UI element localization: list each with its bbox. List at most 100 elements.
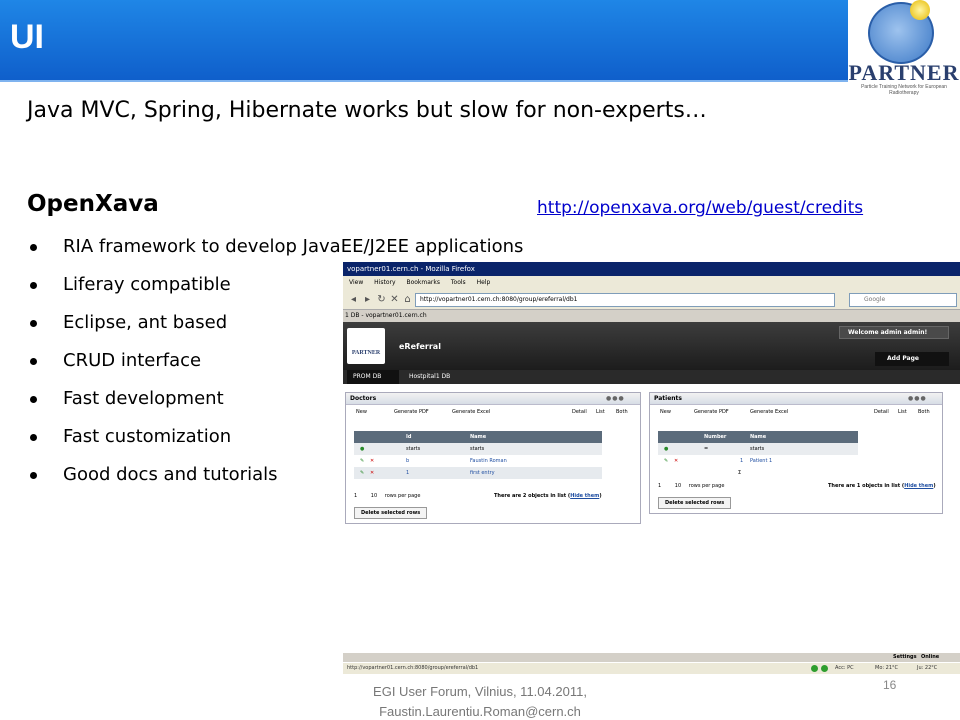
portlet-controls-icon[interactable]: ●●● <box>606 395 636 403</box>
edit-icon[interactable]: ✎ <box>360 467 364 479</box>
bullet-icon <box>30 282 37 289</box>
slide-footer: EGI User Forum, Vilnius, 11.04.2011, Fau… <box>340 682 620 720</box>
generate-pdf-button[interactable]: Generate PDF <box>394 405 429 419</box>
portlet-header: Doctors ●●● <box>346 393 640 405</box>
menu-help[interactable]: Help <box>477 279 491 286</box>
nav-tab-hospital1-db[interactable]: Hostpital1 DB <box>403 370 456 384</box>
bullet-icon <box>30 320 37 327</box>
back-icon[interactable]: ◂ <box>347 293 360 306</box>
bullet-text: CRUD interface <box>63 350 202 371</box>
cell-name: Faustin Roman <box>470 458 507 464</box>
browser-screenshot: vopartner01.cern.ch - Mozilla Firefox Vi… <box>343 262 960 674</box>
menu-history[interactable]: History <box>374 279 395 286</box>
new-button[interactable]: New <box>356 405 367 419</box>
rows-per-page-select[interactable]: 10 <box>371 493 377 499</box>
new-button[interactable]: New <box>660 405 671 419</box>
forward-icon[interactable]: ▸ <box>361 293 374 306</box>
table-header: Number Name <box>658 431 858 443</box>
patients-portlet: Patients ●●● New Generate PDF Generate E… <box>649 392 943 514</box>
reload-icon[interactable]: ↻ <box>375 293 388 306</box>
welcome-dock[interactable]: Welcome admin admin! <box>839 326 949 339</box>
status-ok-icon <box>811 665 818 672</box>
menu-tools[interactable]: Tools <box>451 279 466 286</box>
delete-icon[interactable]: ✕ <box>674 455 678 467</box>
view-detail-button[interactable]: Detail <box>572 405 587 419</box>
view-detail-button[interactable]: Detail <box>874 405 889 419</box>
logo-text: PARTNER <box>848 60 960 85</box>
menu-view[interactable]: View <box>349 279 363 286</box>
column-header-id[interactable]: Id <box>406 431 411 443</box>
edit-icon[interactable]: ✎ <box>360 455 364 467</box>
table-row[interactable]: ✎ ✕ b Faustin Roman <box>354 455 602 467</box>
cell-id: 1 <box>406 470 410 476</box>
status-item: Acc: PC <box>835 665 854 671</box>
generate-pdf-button[interactable]: Generate PDF <box>694 405 729 419</box>
edit-icon[interactable]: ✎ <box>664 455 668 467</box>
generate-excel-button[interactable]: Generate Excel <box>750 405 788 419</box>
search-box[interactable]: Google <box>849 293 957 307</box>
list-count-text: There are 2 objects in list (Hide them) <box>494 493 602 499</box>
filter-select-id[interactable]: starts <box>406 443 420 455</box>
page-number[interactable]: 1 <box>658 483 661 489</box>
bullet-text: Fast customization <box>63 426 232 447</box>
status-item: Mo: 21°C <box>875 665 899 671</box>
status-item: Ju: 22°C <box>917 665 938 671</box>
view-both-button[interactable]: Both <box>616 405 628 419</box>
filter-row: ● starts starts <box>354 443 602 455</box>
rows-per-page-select[interactable]: 10 <box>675 483 681 489</box>
doctors-portlet: Doctors ●●● New Generate PDF Generate Ex… <box>345 392 641 524</box>
site-name[interactable]: eReferral <box>399 342 441 351</box>
view-list-button[interactable]: List <box>898 405 907 419</box>
portlet-toolbar: New Generate PDF Generate Excel Detail L… <box>346 405 640 419</box>
filter-go-icon[interactable]: ● <box>360 443 364 455</box>
settings-tab[interactable]: Settings <box>893 653 917 662</box>
filter-go-icon[interactable]: ● <box>664 443 668 455</box>
delete-icon[interactable]: ✕ <box>370 455 374 467</box>
bullet-text: Liferay compatible <box>63 274 231 295</box>
menu-bookmarks[interactable]: Bookmarks <box>406 279 440 286</box>
filter-select-name[interactable]: starts <box>470 443 484 455</box>
portal-nav: PROM DB Hostpital1 DB <box>343 370 960 384</box>
filter-row: ● = starts <box>658 443 858 455</box>
column-header-name[interactable]: Name <box>470 431 486 443</box>
stop-icon[interactable]: ✕ <box>388 293 401 306</box>
bullet-icon <box>30 472 37 479</box>
menu-bar: View History Bookmarks Tools Help <box>343 276 960 290</box>
nav-tab-prom-db[interactable]: PROM DB <box>347 370 399 384</box>
hide-them-link[interactable]: Hide them <box>570 493 599 499</box>
count-close: ) <box>933 483 936 489</box>
logo-star-icon <box>910 0 930 20</box>
column-header-name[interactable]: Name <box>750 431 766 443</box>
portal-header: PARTNER eReferral Welcome admin admin! A… <box>343 322 960 370</box>
delete-icon[interactable]: ✕ <box>370 467 374 479</box>
column-header-number[interactable]: Number <box>704 431 726 443</box>
doctors-table: Id Name ● starts starts ✎ ✕ b Faustin Ro… <box>354 431 602 479</box>
url-bar[interactable]: http://vopartner01.cern.ch:8080/group/er… <box>415 293 835 307</box>
page-number[interactable]: 1 <box>354 493 357 499</box>
home-icon[interactable]: ⌂ <box>401 293 414 306</box>
title-bar: UI <box>0 0 848 82</box>
delete-selected-button[interactable]: Delete selected rows <box>354 507 428 519</box>
table-row[interactable]: ✎ ✕ 1 first entry <box>354 467 602 479</box>
portlet-controls-icon[interactable]: ●●● <box>908 395 938 403</box>
cell-name: Patient 1 <box>750 458 773 464</box>
credits-link[interactable]: http://openxava.org/web/guest/credits <box>537 198 863 218</box>
patients-table: Number Name ● = starts ✎ ✕ 1 Patient 1 Σ <box>658 431 858 479</box>
delete-selected-button[interactable]: Delete selected rows <box>658 497 732 509</box>
filter-select-name[interactable]: starts <box>750 443 764 455</box>
list-count-text: There are 1 objects in list (Hide them) <box>828 483 936 489</box>
bullet-text: Good docs and tutorials <box>63 464 278 485</box>
generate-excel-button[interactable]: Generate Excel <box>452 405 490 419</box>
bullet-icon <box>30 396 37 403</box>
filter-select-number[interactable]: = <box>704 443 708 455</box>
sum-row: Σ <box>658 467 858 479</box>
hide-them-link[interactable]: Hide them <box>904 483 933 489</box>
pagination: 1 10 rows per page There are 2 objects i… <box>354 493 634 499</box>
view-list-button[interactable]: List <box>596 405 605 419</box>
footer-line2: Faustin.Laurentiu.Roman@cern.ch <box>379 704 581 719</box>
view-both-button[interactable]: Both <box>918 405 930 419</box>
rows-per-page-label: rows per page <box>688 483 725 489</box>
add-page-button[interactable]: Add Page <box>875 352 949 366</box>
browser-tab[interactable]: 1 DB - vopartner01.cern.ch <box>343 310 960 322</box>
table-row[interactable]: ✎ ✕ 1 Patient 1 <box>658 455 858 467</box>
